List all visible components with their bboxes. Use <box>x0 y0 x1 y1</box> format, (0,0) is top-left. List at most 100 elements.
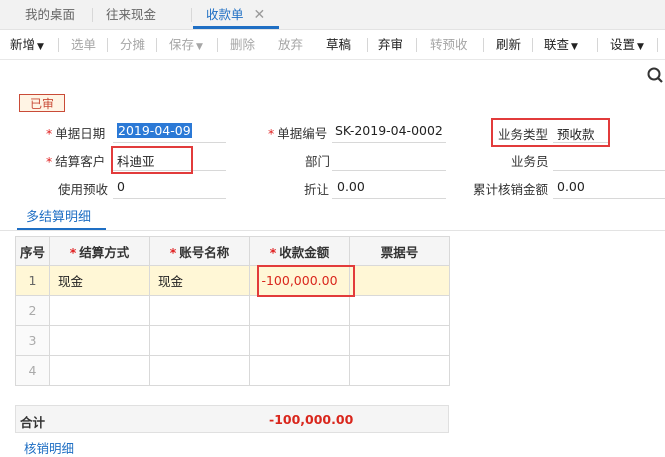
discard-button[interactable]: 放弃 <box>278 30 303 59</box>
date-field[interactable]: 2019-04-09 <box>117 123 192 138</box>
split-button[interactable]: 分摊 <box>120 30 145 59</box>
cell-bill-no[interactable] <box>349 325 450 356</box>
biz-type-highlight <box>491 118 610 147</box>
tab-my-desktop[interactable]: 我的桌面 <box>25 0 75 29</box>
cell-bill-no[interactable] <box>349 295 450 326</box>
linked-query-button[interactable]: 联查 ▼ <box>544 30 578 59</box>
new-button-label: 新增 <box>10 37 36 52</box>
col-header-account[interactable]: * 账号名称 <box>149 236 250 266</box>
col-header-method[interactable]: * 结算方式 <box>49 236 150 266</box>
toolbar-divider <box>156 38 157 52</box>
field-underline <box>113 198 226 199</box>
use-prepaid-field[interactable]: 0 <box>117 179 125 194</box>
new-button[interactable]: 新增 ▼ <box>10 30 44 59</box>
cell-method[interactable] <box>49 295 150 326</box>
required-marker: * <box>268 126 275 141</box>
chevron-down-icon: ▼ <box>196 42 203 52</box>
cum-writeoff-field[interactable]: 0.00 <box>557 179 585 194</box>
tab-receipt-label: 收款单 <box>206 7 244 22</box>
tab-receipt[interactable]: 收款单 ✕ <box>206 0 265 29</box>
required-marker: * <box>69 244 77 260</box>
grid-header-row: 序号 * 结算方式 * 账号名称 * 收款金额 票据号 <box>15 236 450 266</box>
discount-field[interactable]: 0.00 <box>337 179 365 194</box>
convert-prepaid-button[interactable]: 转预收 <box>430 30 468 59</box>
row-seq: 1 <box>15 265 50 296</box>
draft-button[interactable]: 草稿 <box>326 30 351 59</box>
toolbar-divider <box>657 38 658 52</box>
col-header-amount[interactable]: * 收款金额 <box>249 236 350 266</box>
row-seq: 2 <box>15 295 50 326</box>
cell-account[interactable] <box>149 325 250 356</box>
save-button[interactable]: 保存 ▼ <box>169 30 203 59</box>
cell-method[interactable] <box>49 355 150 386</box>
salesman-label: 业务员 <box>511 154 549 169</box>
cell-method[interactable]: 现金 <box>49 265 150 296</box>
table-row[interactable]: 4 <box>15 355 450 386</box>
cell-method[interactable] <box>49 325 150 356</box>
toolbar-divider <box>367 38 368 52</box>
customer-label-text: 结算客户 <box>55 154 106 169</box>
total-row: 合计 -100,000.00 <box>15 405 449 433</box>
toolbar-divider <box>416 38 417 52</box>
toolbar-divider <box>483 38 484 52</box>
cell-bill-no[interactable] <box>349 265 450 296</box>
chevron-down-icon: ▼ <box>37 42 44 52</box>
field-underline <box>332 142 446 143</box>
table-row[interactable]: 3 <box>15 325 450 356</box>
doc-no-field[interactable]: SK-2019-04-0002 <box>335 123 443 138</box>
table-row[interactable]: 2 <box>15 295 450 326</box>
col-header-amount-label: 收款金额 <box>279 244 330 260</box>
refresh-button[interactable]: 刷新 <box>496 30 521 59</box>
settings-button[interactable]: 设置 ▼ <box>610 30 644 59</box>
tab-bar: 我的桌面 往来现金 收款单 ✕ <box>0 0 665 30</box>
cell-amount[interactable] <box>249 325 350 356</box>
status-badge: 已审 <box>19 94 65 112</box>
cell-bill-no[interactable] <box>349 355 450 386</box>
detail-tab-divider <box>0 230 665 231</box>
col-header-account-label: 账号名称 <box>179 244 230 260</box>
use-prepaid-label: 使用预收 <box>58 182 109 197</box>
save-button-label: 保存 <box>169 37 195 52</box>
required-marker: * <box>46 154 53 169</box>
doc-no-label-text: 单据编号 <box>277 126 328 141</box>
col-header-seq: 序号 <box>15 236 50 266</box>
doc-no-label: * 单据编号 <box>268 123 327 142</box>
unapprove-button[interactable]: 弃审 <box>378 30 403 59</box>
required-marker: * <box>169 244 177 260</box>
col-header-method-label: 结算方式 <box>79 244 130 260</box>
date-value: 2019-04-09 <box>117 123 192 138</box>
required-marker: * <box>46 126 53 141</box>
chevron-down-icon: ▼ <box>637 42 644 52</box>
cell-amount[interactable] <box>249 295 350 326</box>
cell-account[interactable] <box>149 355 250 386</box>
dept-label: 部门 <box>305 154 331 169</box>
toolbar-divider <box>597 38 598 52</box>
field-underline <box>332 170 446 171</box>
cum-writeoff-label: 累计核销金额 <box>473 182 549 197</box>
col-header-bill-no[interactable]: 票据号 <box>349 236 450 266</box>
table-row[interactable]: 1 现金 现金 -100,000.00 <box>15 265 450 296</box>
cell-account[interactable]: 现金 <box>149 265 250 296</box>
settings-label: 设置 <box>610 37 636 52</box>
total-label: 合计 <box>20 415 46 430</box>
discount-label: 折让 <box>304 182 330 197</box>
field-underline <box>553 170 665 171</box>
cell-amount[interactable] <box>249 355 350 386</box>
row-seq: 4 <box>15 355 50 386</box>
field-underline <box>332 198 446 199</box>
delete-button[interactable]: 删除 <box>230 30 255 59</box>
close-icon[interactable]: ✕ <box>254 7 266 23</box>
customer-highlight <box>111 146 193 174</box>
date-label-text: 单据日期 <box>55 126 106 141</box>
tab-cash[interactable]: 往来现金 <box>106 0 156 29</box>
tab-multi-settlement[interactable]: 多结算明细 <box>26 206 91 225</box>
search-icon[interactable] <box>646 66 663 83</box>
cell-account[interactable] <box>149 295 250 326</box>
toolbar-divider <box>217 38 218 52</box>
tab-writeoff-detail[interactable]: 核销明细 <box>24 438 74 457</box>
date-label: * 单据日期 <box>46 123 105 142</box>
toolbar: 新增 ▼ 选单 分摊 保存 ▼ 删除 放弃 草稿 弃审 转预收 刷新 联查 ▼ 设置 ▼ <box>0 30 665 60</box>
select-button[interactable]: 选单 <box>71 30 96 59</box>
row-seq: 3 <box>15 325 50 356</box>
active-tab-indicator <box>193 26 279 29</box>
